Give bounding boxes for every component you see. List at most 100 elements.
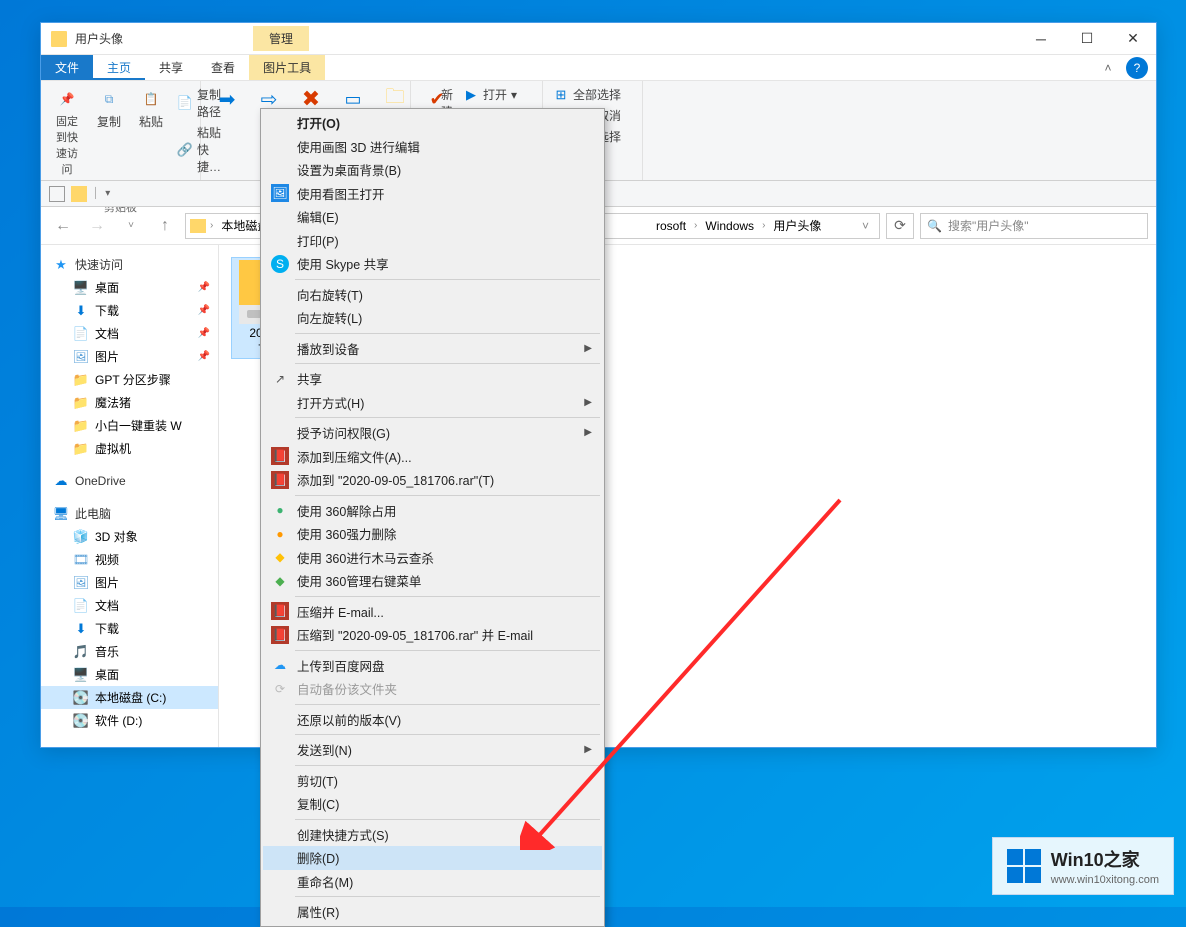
menu-item[interactable]: 🖼使用看图王打开 bbox=[263, 182, 602, 206]
quick-access-header[interactable]: ★ 快速访问 bbox=[41, 253, 218, 276]
manage-context-tab[interactable]: 管理 bbox=[253, 26, 309, 51]
back-button[interactable]: ← bbox=[49, 212, 77, 240]
menu-item[interactable]: ●使用 360解除占用 bbox=[263, 499, 602, 523]
tab-share[interactable]: 共享 bbox=[145, 55, 197, 80]
menu-item[interactable]: ↗共享 bbox=[263, 367, 602, 391]
menu-item[interactable]: 属性(R) bbox=[263, 900, 602, 924]
tab-picture-tools[interactable]: 图片工具 bbox=[249, 55, 325, 80]
onedrive-header[interactable]: ☁ OneDrive bbox=[41, 470, 218, 492]
menu-item[interactable]: 向右旋转(T) bbox=[263, 283, 602, 307]
menu-item[interactable]: 创建快捷方式(S) bbox=[263, 823, 602, 847]
select-all-button[interactable]: ⊞全部选择 bbox=[551, 85, 623, 104]
menu-item[interactable]: 📕压缩并 E-mail... bbox=[263, 600, 602, 624]
sidebar-item[interactable]: ⬇下载📌 bbox=[41, 299, 218, 322]
pin-to-quick-access-button[interactable]: 📌 固定到快 速访问 bbox=[49, 85, 85, 179]
menu-item-icon: 🖼 bbox=[271, 184, 289, 202]
sidebar-item[interactable]: 🧊3D 对象 bbox=[41, 525, 218, 548]
menu-item[interactable]: ◆使用 360进行木马云查杀 bbox=[263, 546, 602, 570]
folder-icon bbox=[51, 31, 67, 47]
sidebar-item[interactable]: 🖥️桌面 bbox=[41, 663, 218, 686]
menu-item-label: 重命名(M) bbox=[297, 872, 353, 891]
menu-item[interactable]: 复制(C) bbox=[263, 792, 602, 816]
sidebar-item[interactable]: 📁小白一键重装 W bbox=[41, 414, 218, 437]
maximize-button[interactable]: ☐ bbox=[1064, 24, 1110, 54]
move-to-button[interactable]: ➡ bbox=[209, 85, 245, 113]
breadcrumb[interactable]: 用户头像 bbox=[769, 217, 825, 234]
sidebar-item[interactable]: 💽本地磁盘 (C:) bbox=[41, 686, 218, 709]
menu-item[interactable]: ☁上传到百度网盘 bbox=[263, 654, 602, 678]
menu-item-label: 设置为桌面背景(B) bbox=[297, 160, 401, 179]
menu-item[interactable]: ●使用 360强力删除 bbox=[263, 522, 602, 546]
sidebar-item[interactable]: 🎵音乐 bbox=[41, 640, 218, 663]
menu-item[interactable]: 打印(P) bbox=[263, 229, 602, 253]
sidebar-item[interactable]: 📄文档 bbox=[41, 594, 218, 617]
menu-item-label: 使用画图 3D 进行编辑 bbox=[297, 137, 420, 156]
dropdown-icon[interactable]: ▾ bbox=[105, 188, 110, 199]
tab-home[interactable]: 主页 bbox=[93, 55, 145, 80]
up-button[interactable]: ↑ bbox=[151, 212, 179, 240]
address-dropdown[interactable]: ˅ bbox=[856, 219, 875, 233]
menu-item-label: 添加到压缩文件(A)... bbox=[297, 447, 412, 466]
menu-separator bbox=[295, 734, 600, 735]
breadcrumb[interactable]: rosoft bbox=[652, 219, 690, 233]
sidebar-item[interactable]: 🖼图片📌 bbox=[41, 345, 218, 368]
sidebar-item[interactable]: 💽软件 (D:) bbox=[41, 709, 218, 732]
open-button[interactable]: ▶打开▾ bbox=[461, 85, 533, 104]
menu-item[interactable]: 设置为桌面背景(B) bbox=[263, 158, 602, 182]
this-pc-header[interactable]: 🖥 此电脑 bbox=[41, 502, 218, 525]
menu-item-label: 编辑(E) bbox=[297, 207, 339, 226]
sidebar-item[interactable]: 📄文档📌 bbox=[41, 322, 218, 345]
windows-logo-icon bbox=[1007, 849, 1041, 883]
paste-button[interactable]: 📋 粘贴 bbox=[133, 85, 169, 132]
search-input[interactable]: 🔍 搜索"用户头像" bbox=[920, 213, 1148, 239]
menu-item[interactable]: 发送到(N)▶ bbox=[263, 738, 602, 762]
menu-item[interactable]: 播放到设备▶ bbox=[263, 337, 602, 361]
menu-item-icon: ⟳ bbox=[271, 680, 289, 698]
menu-item[interactable]: 📕添加到压缩文件(A)... bbox=[263, 445, 602, 469]
help-icon[interactable]: ? bbox=[1126, 57, 1148, 79]
menu-item[interactable]: 打开方式(H)▶ bbox=[263, 391, 602, 415]
search-icon: 🔍 bbox=[927, 219, 942, 233]
menu-item[interactable]: 编辑(E) bbox=[263, 205, 602, 229]
menu-item[interactable]: 打开(O) bbox=[263, 111, 602, 135]
search-placeholder: 搜索"用户头像" bbox=[948, 217, 1029, 234]
sidebar-item[interactable]: 📁魔法猪 bbox=[41, 391, 218, 414]
menu-item[interactable]: 删除(D) bbox=[263, 846, 602, 870]
sidebar-item[interactable]: 🎞视频 bbox=[41, 548, 218, 571]
minimize-button[interactable]: ─ bbox=[1018, 24, 1064, 54]
menu-item[interactable]: S使用 Skype 共享 bbox=[263, 252, 602, 276]
watermark-title: Win10之家 bbox=[1051, 846, 1159, 872]
menu-item[interactable]: 📕压缩到 "2020-09-05_181706.rar" 并 E-mail bbox=[263, 623, 602, 647]
ribbon-tabs: 文件 主页 共享 查看 图片工具 ˄ ? bbox=[41, 55, 1156, 81]
sidebar-item[interactable]: 📁GPT 分区步骤 bbox=[41, 368, 218, 391]
close-button[interactable]: ✕ bbox=[1110, 24, 1156, 54]
tab-view[interactable]: 查看 bbox=[197, 55, 249, 80]
menu-separator bbox=[295, 363, 600, 364]
refresh-button[interactable]: ⟳ bbox=[886, 213, 914, 239]
checkbox-icon[interactable] bbox=[49, 186, 65, 202]
menu-item[interactable]: 📕添加到 "2020-09-05_181706.rar"(T) bbox=[263, 468, 602, 492]
breadcrumb[interactable]: Windows bbox=[701, 219, 758, 233]
sidebar-item[interactable]: ⬇下载 bbox=[41, 617, 218, 640]
item-icon: 📄 bbox=[73, 326, 89, 342]
menu-item[interactable]: 向左旋转(L) bbox=[263, 306, 602, 330]
menu-item-icon: ● bbox=[271, 501, 289, 519]
menu-item[interactable]: 剪切(T) bbox=[263, 769, 602, 793]
menu-item[interactable]: 还原以前的版本(V) bbox=[263, 708, 602, 732]
copy-button[interactable]: ⧉ 复制 bbox=[91, 85, 127, 132]
menu-item[interactable]: 使用画图 3D 进行编辑 bbox=[263, 135, 602, 159]
ribbon-collapse-button[interactable]: ˄ bbox=[1094, 55, 1122, 80]
menu-item[interactable]: ◆使用 360管理右键菜单 bbox=[263, 569, 602, 593]
sidebar-item[interactable]: 📁虚拟机 bbox=[41, 437, 218, 460]
sidebar-item[interactable]: 🖼图片 bbox=[41, 571, 218, 594]
separator-icon: │ bbox=[93, 188, 99, 199]
menu-item[interactable]: 授予访问权限(G)▶ bbox=[263, 421, 602, 445]
menu-item-icon: 📕 bbox=[271, 626, 289, 644]
forward-button[interactable]: → bbox=[83, 212, 111, 240]
menu-item[interactable]: 重命名(M) bbox=[263, 870, 602, 894]
menu-separator bbox=[295, 417, 600, 418]
sidebar-item[interactable]: 🖥️桌面📌 bbox=[41, 276, 218, 299]
tab-file[interactable]: 文件 bbox=[41, 55, 93, 80]
recent-dropdown[interactable]: ˅ bbox=[117, 212, 145, 240]
sidebar-item-label: 魔法猪 bbox=[95, 394, 131, 411]
